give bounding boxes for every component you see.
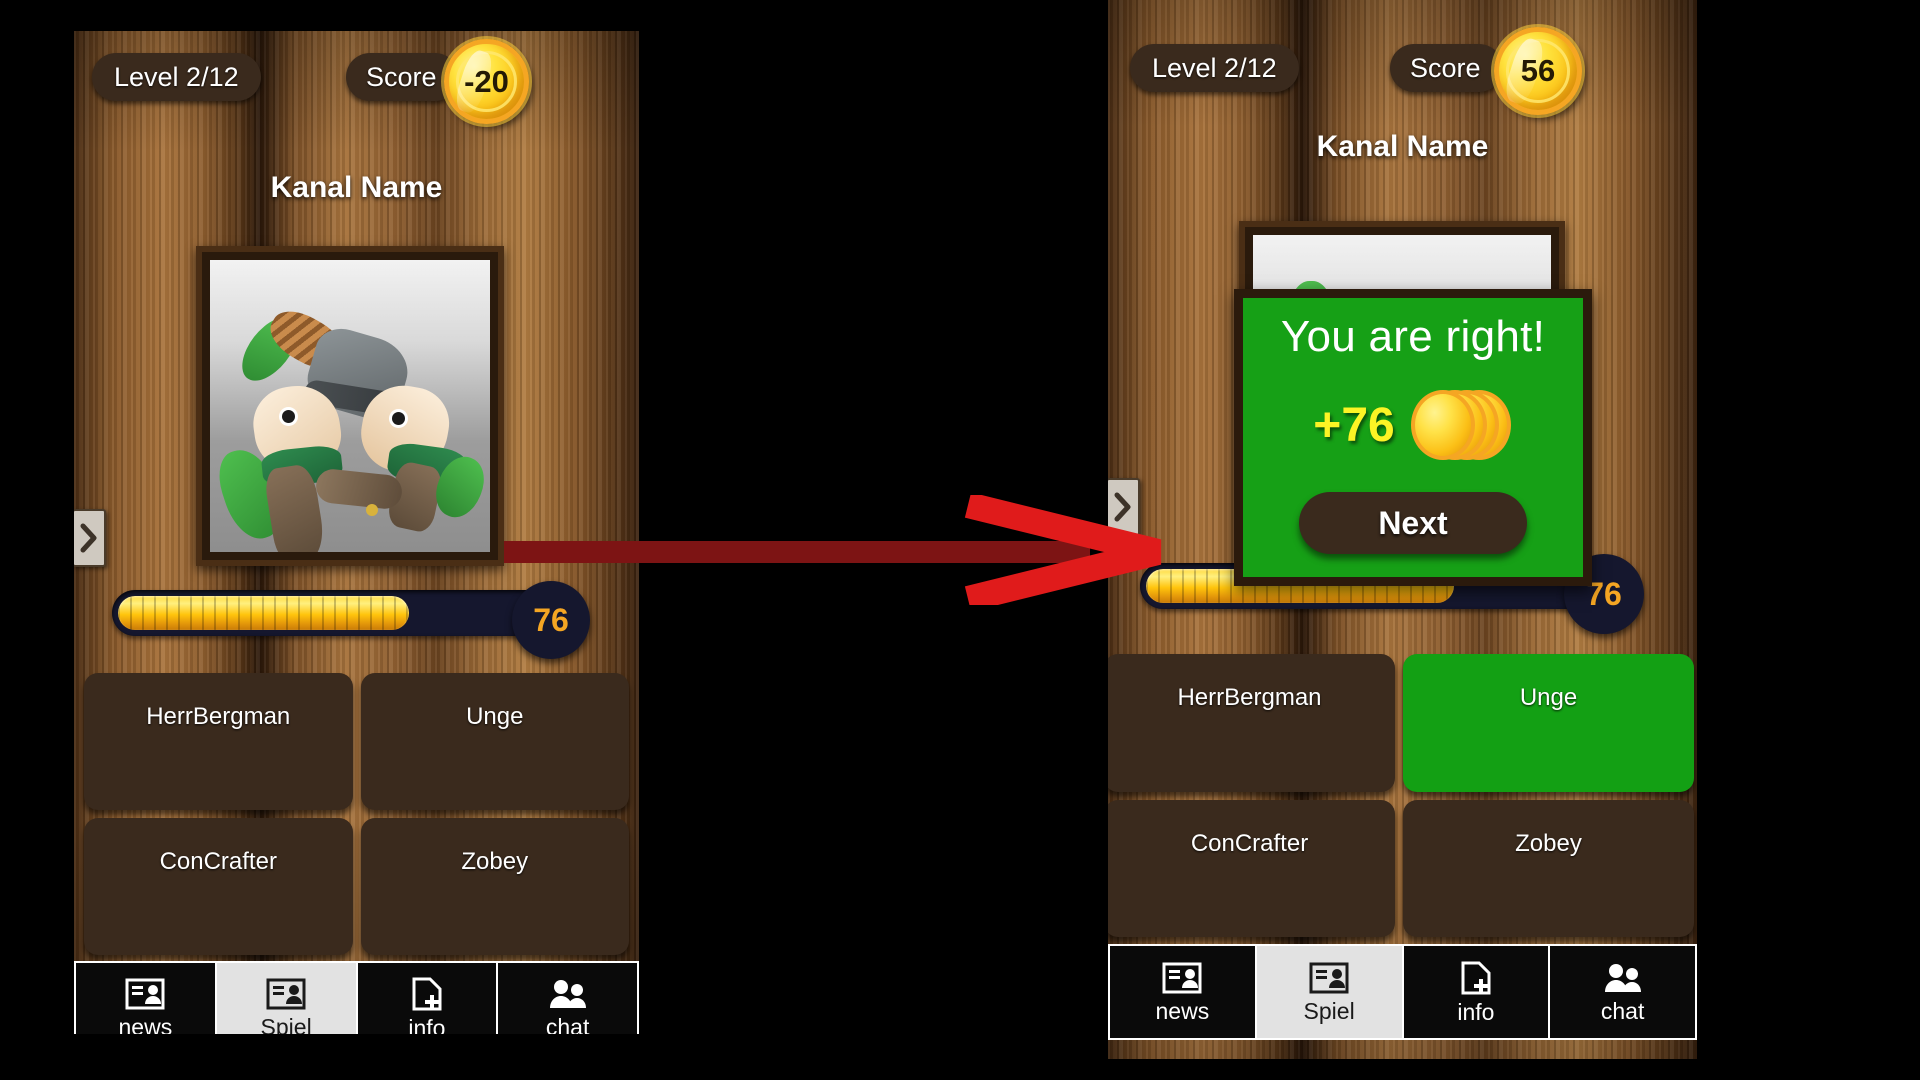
answer-button[interactable]: Zobey	[360, 818, 629, 955]
level-badge: Level 2/12	[1130, 44, 1299, 92]
bottom-tab-bar: news Spiel info chat	[1108, 944, 1697, 1040]
puzzle-image-frame	[196, 246, 504, 566]
page-title: Kanal Name	[270, 171, 443, 204]
level-badge: Level 2/12	[92, 53, 261, 101]
people-icon	[1603, 962, 1643, 994]
answer-button[interactable]: ConCrafter	[84, 818, 353, 955]
tab-info[interactable]: info	[357, 963, 497, 1035]
next-channel-chevron-right-icon[interactable]	[74, 509, 106, 567]
tab-label: Spiel	[260, 1013, 312, 1035]
score-label: Score	[1410, 52, 1481, 83]
result-title: You are right!	[1280, 312, 1546, 361]
page-title: Kanal Name	[1316, 130, 1489, 163]
answer-label: Unge	[1519, 684, 1578, 711]
score-coin: 56	[1494, 27, 1582, 115]
game-screen-after: Level 2/12 Score 56 Kanal Name You are r…	[1108, 0, 1697, 1059]
score-badge: Score	[346, 53, 459, 101]
tab-spiel[interactable]: Spiel	[216, 963, 356, 1035]
tab-news[interactable]: news	[1110, 946, 1255, 1038]
tab-label: Spiel	[1303, 997, 1355, 1024]
answer-options: HerrBergman Unge ConCrafter Zobey	[1108, 654, 1694, 937]
contact-card-icon	[1309, 962, 1349, 994]
answer-label: Zobey	[1515, 829, 1582, 857]
score-coin-value: 56	[1520, 53, 1556, 88]
answer-options: HerrBergman Unge ConCrafter Zobey	[84, 673, 629, 955]
tab-label: info	[408, 1014, 446, 1035]
result-reward: +76	[1243, 386, 1583, 464]
progress-value-badge: 76	[512, 581, 590, 659]
answer-label: HerrBergman	[146, 703, 291, 730]
reward-points: +76	[1313, 398, 1395, 452]
score-label: Score	[366, 61, 437, 92]
next-button-label: Next	[1378, 504, 1448, 541]
score-coin-value: -20	[464, 63, 509, 99]
progress-fill	[118, 596, 409, 630]
answer-button[interactable]: HerrBergman	[84, 673, 353, 810]
contact-card-icon	[1162, 962, 1202, 994]
tab-label: chat	[1600, 997, 1645, 1024]
puzzle-artwork	[210, 260, 490, 552]
people-icon	[548, 978, 588, 1010]
score-coin: -20	[444, 39, 529, 124]
file-plus-icon	[410, 977, 444, 1011]
tab-chat[interactable]: chat	[1550, 946, 1695, 1038]
contact-card-icon	[266, 978, 306, 1010]
bottom-tab-bar: news Spiel info chat	[74, 961, 639, 1034]
answer-label: ConCrafter	[159, 848, 277, 875]
answer-label: ConCrafter	[1190, 829, 1309, 857]
tab-spiel[interactable]: Spiel	[1256, 946, 1402, 1038]
progress-bar: 76	[112, 581, 612, 659]
coin-stack-icon	[1410, 386, 1513, 464]
tab-label: chat	[545, 1013, 590, 1035]
answer-label: HerrBergman	[1177, 684, 1322, 711]
file-plus-icon	[1459, 961, 1493, 995]
tab-label: news	[118, 1013, 173, 1035]
answer-button[interactable]: Unge	[360, 673, 629, 810]
answer-button[interactable]: Zobey	[1403, 799, 1694, 937]
tab-label: news	[1155, 997, 1210, 1024]
game-screen-before: Level 2/12 Score -20 Kanal Name 76 HerrB…	[74, 31, 639, 1034]
result-dialog: You are right! +76 Next	[1234, 289, 1592, 586]
answer-button-correct[interactable]: Unge	[1403, 654, 1694, 792]
answer-button[interactable]: ConCrafter	[1108, 799, 1395, 937]
next-button[interactable]: Next	[1299, 492, 1527, 554]
contact-card-icon	[125, 978, 165, 1010]
answer-label: Unge	[466, 703, 524, 730]
next-channel-chevron-right-icon[interactable]	[1108, 478, 1140, 536]
screenshot-stage: Level 2/12 Score -20 Kanal Name 76 HerrB…	[0, 0, 1920, 1080]
tab-news[interactable]: news	[76, 963, 215, 1034]
answer-button[interactable]: HerrBergman	[1108, 654, 1395, 792]
puzzle-image	[210, 260, 490, 552]
tab-chat[interactable]: chat	[498, 963, 637, 1034]
answer-label: Zobey	[461, 848, 529, 875]
score-badge: Score	[1390, 44, 1503, 92]
tab-info[interactable]: info	[1403, 946, 1549, 1038]
tab-label: info	[1457, 998, 1495, 1025]
